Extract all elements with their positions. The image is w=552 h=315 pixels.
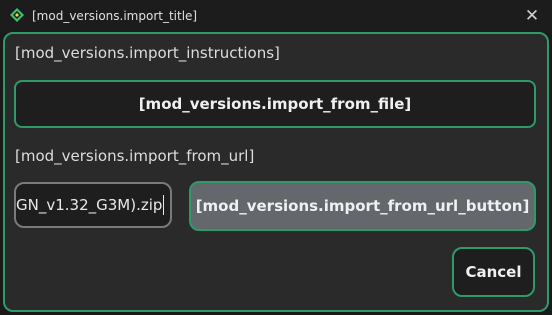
cancel-button[interactable]: Cancel: [452, 247, 535, 297]
import-from-url-button-label: [mod_versions.import_from_url_button]: [195, 197, 530, 215]
title-bar: [mod_versions.import_title] ✕: [0, 0, 552, 32]
url-input[interactable]: GN_v1.32_G3M).zip: [14, 182, 172, 228]
import-from-file-label: [mod_versions.import_from_file]: [138, 95, 412, 113]
text-caret: [163, 195, 164, 215]
close-icon: ✕: [524, 6, 540, 26]
import-from-url-heading: [mod_versions.import_from_url]: [15, 147, 255, 165]
import-dialog-panel: [mod_versions.import_instructions] [mod_…: [3, 32, 549, 312]
close-button[interactable]: ✕: [518, 2, 546, 30]
import-from-file-button[interactable]: [mod_versions.import_from_file]: [14, 80, 536, 128]
window-title: [mod_versions.import_title]: [32, 9, 198, 23]
url-input-value: GN_v1.32_G3M).zip: [16, 196, 163, 214]
import-from-url-button[interactable]: [mod_versions.import_from_url_button]: [189, 181, 536, 231]
cancel-button-label: Cancel: [465, 263, 522, 281]
app-diamond-icon: [10, 8, 24, 22]
import-instructions: [mod_versions.import_instructions]: [15, 44, 280, 62]
